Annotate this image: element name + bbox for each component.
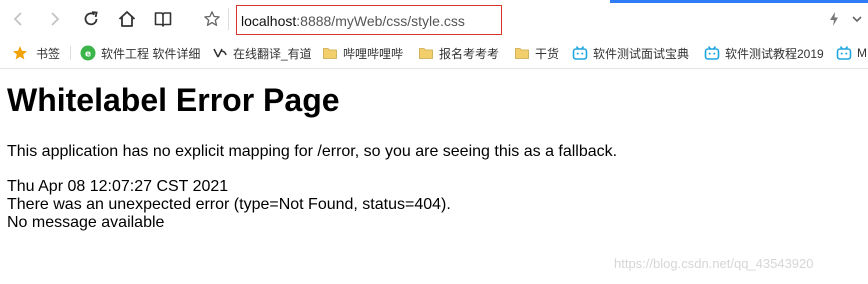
reader-button[interactable] <box>152 8 174 30</box>
url-host: localhost <box>241 13 297 29</box>
error-status-line: There was an unexpected error (type=Not … <box>7 196 451 213</box>
toolbar-divider <box>228 8 229 30</box>
youdao-icon <box>213 48 227 58</box>
bookmark-item-bookmarks[interactable]: 书签 <box>12 38 60 68</box>
bookmark-folder-resources[interactable]: 干货 <box>514 38 559 68</box>
bookmark-label: 干货 <box>535 46 560 61</box>
lightning-button[interactable] <box>823 8 845 30</box>
bookmark-star-button[interactable] <box>201 8 223 30</box>
bookmark-label: 报名考考考 <box>439 46 500 61</box>
bookmark-folder-bilibili[interactable]: 哔哩哔哩哔 <box>322 38 403 68</box>
error-details: Thu Apr 08 12:07:27 CST 2021 There was a… <box>7 178 451 232</box>
svg-text:e: e <box>85 50 91 60</box>
bookmark-label: 哔哩哔哩哔 <box>343 46 404 61</box>
forward-button[interactable] <box>43 8 65 30</box>
url-text: localhost:8888/myWeb/css/style.css <box>241 13 465 29</box>
error-message-line: No message available <box>7 214 165 231</box>
address-bar[interactable]: localhost:8888/myWeb/css/style.css <box>236 5 502 35</box>
watermark: https://blog.csdn.net/qq_43543920 <box>614 256 814 271</box>
folder-icon <box>515 48 529 59</box>
folder-icon <box>323 48 337 59</box>
bookmark-label: 软件工程 软件详细 <box>101 46 201 61</box>
loading-accent-bar <box>610 0 868 3</box>
browser-toolbar: localhost:8888/myWeb/css/style.css <box>0 0 868 38</box>
bookmark-item-testing-tutorial[interactable]: 软件测试教程2019 <box>704 38 824 68</box>
home-icon <box>118 11 136 27</box>
reader-icon <box>154 12 172 27</box>
star-icon <box>13 46 27 60</box>
folder-icon <box>419 48 433 59</box>
bookmarks-bar: 书签 e 软件工程 软件详细 在线翻译_有道 哔哩哔哩哔 报名考考考 干货 软件… <box>0 38 868 69</box>
menu-dropdown-button[interactable] <box>846 8 868 30</box>
bookmark-item-youdao[interactable]: 在线翻译_有道 <box>212 38 312 68</box>
bilibili-icon <box>704 46 720 60</box>
bilibili-icon <box>836 46 852 60</box>
home-button[interactable] <box>116 8 138 30</box>
bookmark-label: 软件测试面试宝典 <box>593 46 690 61</box>
bookmark-label: 书签 <box>36 46 61 61</box>
page-title: Whitelabel Error Page <box>7 82 340 118</box>
chevron-down-icon <box>852 16 862 23</box>
back-button[interactable] <box>8 8 30 30</box>
bookmark-item-software-engineering[interactable]: e 软件工程 软件详细 <box>80 38 200 68</box>
back-icon <box>13 12 22 26</box>
reload-button[interactable] <box>80 8 102 30</box>
reload-icon <box>84 11 98 26</box>
bookmark-item-testing-interview[interactable]: 软件测试面试宝典 <box>572 38 689 68</box>
bilibili-icon <box>572 46 588 60</box>
bookmark-label: 在线翻译_有道 <box>233 46 312 61</box>
error-timestamp: Thu Apr 08 12:07:27 CST 2021 <box>7 178 229 195</box>
lightning-icon <box>830 12 838 26</box>
green-site-icon: e <box>80 45 96 61</box>
bookmark-item-overflow[interactable]: M <box>836 38 867 68</box>
url-path: :8888/myWeb/css/style.css <box>296 13 465 29</box>
bookmark-folder-exam[interactable]: 报名考考考 <box>418 38 499 68</box>
forward-icon <box>51 12 60 26</box>
bookmark-divider <box>70 46 71 60</box>
star-icon <box>204 11 220 26</box>
error-explanation: This application has no explicit mapping… <box>7 143 618 160</box>
bookmark-label: 软件测试教程2019 <box>725 46 824 61</box>
bookmark-label: M <box>857 46 867 60</box>
